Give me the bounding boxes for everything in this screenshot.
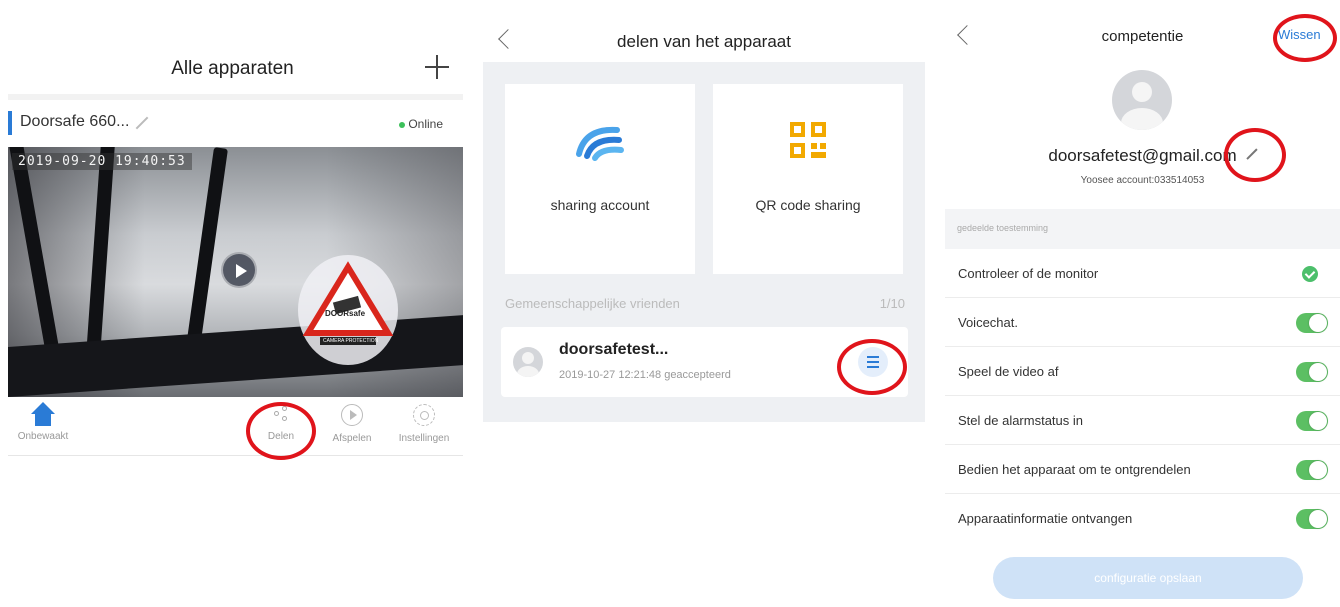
tab-label: Delen [267, 431, 295, 442]
tab-label: Onbewaakt [17, 431, 69, 442]
permission-label: Stel de alarmstatus in [958, 413, 1084, 428]
gear-icon [413, 404, 435, 426]
user-email: doorsafetest@gmail.com [1048, 146, 1237, 165]
online-dot-icon [399, 121, 406, 128]
permission-label: Apparaatinformatie ontvangen [958, 511, 1133, 526]
permission-label: Controleer of de monitor [958, 266, 1099, 281]
play-circle-icon [341, 404, 363, 426]
friends-header: Gemeenschappelijke vrienden [505, 296, 680, 311]
permission-row[interactable]: Speel de video af [945, 347, 1340, 396]
delete-button[interactable]: Wissen [1278, 27, 1321, 42]
check-icon [1302, 266, 1318, 282]
online-label: Online [408, 117, 443, 131]
camera-preview[interactable]: DOORsafe CAMERA PROTECTION 2019-09-20 19… [8, 147, 463, 397]
permission-row[interactable]: Apparaatinformatie ontvangen [945, 494, 1340, 543]
share-device-screen: delen van het apparaat sharing account Q… [483, 0, 925, 607]
share-icon [274, 406, 288, 422]
device-row[interactable]: Doorsafe 660... Online [8, 100, 463, 146]
doorsafe-sign: DOORsafe CAMERA PROTECTION [298, 255, 398, 365]
permission-row[interactable]: Controleer of de monitor [945, 249, 1340, 298]
sign-caption: CAMERA PROTECTION [323, 338, 379, 344]
device-accent-bar [8, 111, 12, 135]
toggle-switch[interactable] [1296, 313, 1328, 333]
toggle-switch[interactable] [1296, 362, 1328, 382]
permission-label: Speel de video af [958, 364, 1059, 379]
permission-row[interactable]: Bedien het apparaat om te ontgrendelen [945, 445, 1340, 494]
plus-icon[interactable] [425, 55, 449, 79]
friend-subtitle: 2019-10-27 12:21:48 geaccepteerd [559, 369, 731, 381]
tab-instellingen[interactable]: Instellingen [389, 402, 459, 444]
permission-label: Bedien het apparaat om te ontgrendelen [958, 462, 1191, 477]
friend-name: doorsafetest... [559, 341, 669, 358]
avatar [513, 347, 543, 377]
friend-row[interactable]: doorsafetest... 2019-10-27 12:21:48 geac… [501, 327, 908, 397]
sign-text: DOORsafe [325, 309, 366, 318]
share-account-icon [576, 126, 624, 161]
permissions-header: gedeelde toestemming [945, 209, 1340, 249]
save-configuration-button[interactable]: configuratie opslaan [993, 557, 1303, 599]
tab-delen[interactable]: Delen [246, 402, 316, 442]
card-label: QR code sharing [755, 197, 861, 213]
qr-code-icon [790, 122, 826, 158]
qr-sharing-card[interactable]: QR code sharing [713, 84, 903, 274]
video-timestamp: 2019-09-20 19:40:53 [12, 153, 192, 170]
account-id: Yoosee account:033514053 [1080, 175, 1205, 186]
toggle-switch[interactable] [1296, 460, 1328, 480]
toggle-switch[interactable] [1296, 509, 1328, 529]
edit-icon[interactable] [135, 116, 149, 130]
device-tab-bar: Onbewaakt Delen Afspelen Instellingen [8, 400, 463, 456]
home-icon [30, 402, 56, 428]
toggle-switch[interactable] [1296, 411, 1328, 431]
permissions-screen: competentie Wissen doorsafetest@gmail.co… [945, 0, 1340, 607]
permission-row[interactable]: Voicechat. [945, 298, 1340, 347]
permissions-header-label: gedeelde toestemming [957, 223, 1049, 233]
permissions-button[interactable] [858, 347, 888, 377]
avatar [1112, 70, 1172, 130]
page-title: delen van het apparaat [617, 32, 791, 51]
online-status: Online [399, 117, 443, 131]
card-label: sharing account [550, 197, 650, 213]
tab-label: Afspelen [332, 433, 372, 444]
permission-label: Voicechat. [958, 315, 1018, 330]
sharing-account-card[interactable]: sharing account [505, 84, 695, 274]
device-name: Doorsafe 660... [20, 113, 130, 130]
play-icon[interactable] [221, 252, 257, 288]
tab-label: Instellingen [398, 433, 450, 444]
tab-onbewaakt[interactable]: Onbewaakt [8, 402, 78, 442]
tab-afspelen[interactable]: Afspelen [317, 402, 387, 444]
page-title: Alle apparaten [171, 58, 294, 79]
permission-row[interactable]: Stel de alarmstatus in [945, 396, 1340, 445]
devices-screen: Alle apparaten Doorsafe 660... Online DO… [0, 0, 465, 607]
friends-count: 1/10 [879, 296, 905, 311]
